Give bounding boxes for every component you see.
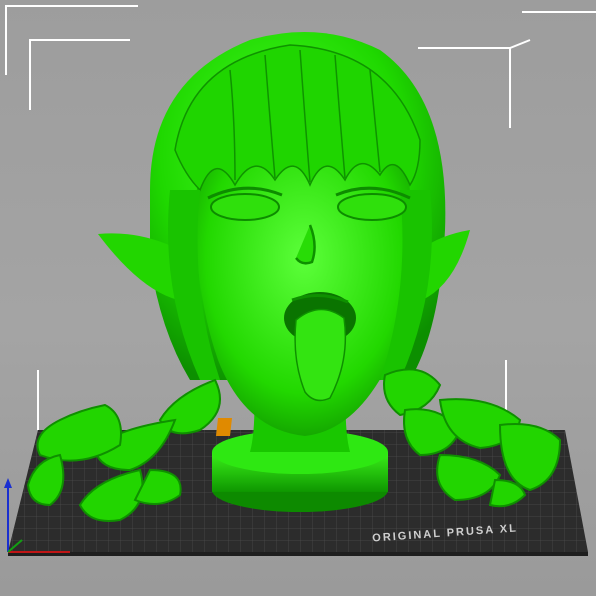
model-eye-right — [337, 193, 407, 221]
3d-model[interactable] — [26, 32, 562, 522]
3d-viewport[interactable]: ORIGINAL PRUSA XL — [0, 0, 596, 596]
scene[interactable]: ORIGINAL PRUSA XL — [0, 0, 596, 596]
selection-marker — [216, 418, 232, 436]
model-eye-left — [210, 193, 280, 221]
